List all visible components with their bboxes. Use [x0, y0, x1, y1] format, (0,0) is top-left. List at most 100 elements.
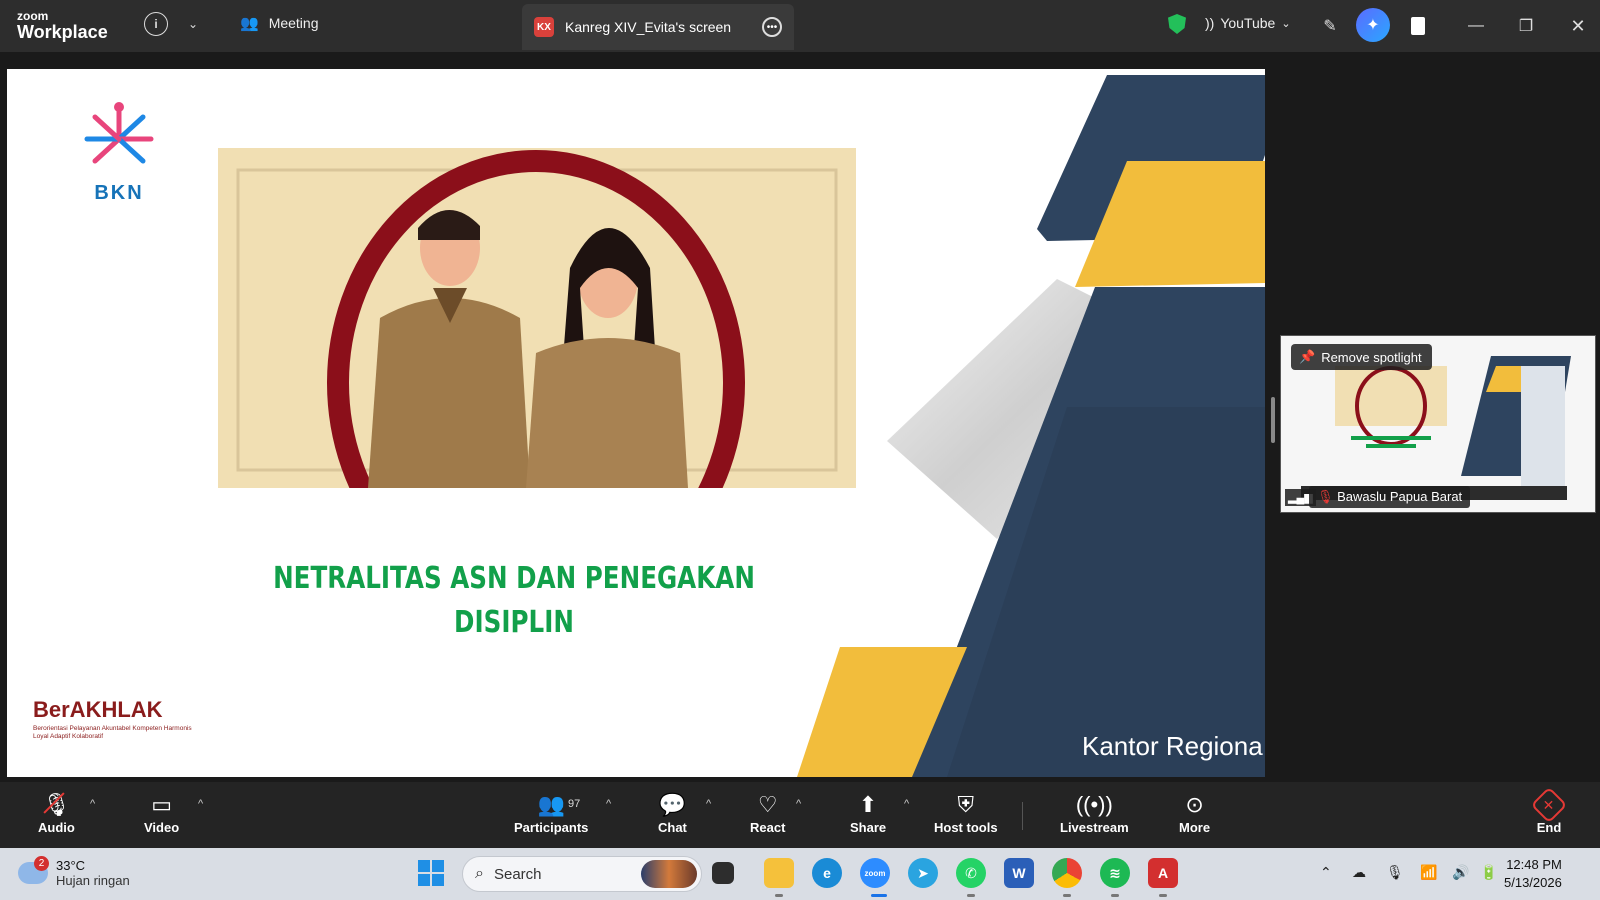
- minimize-icon[interactable]: —: [1462, 12, 1490, 40]
- audio-button[interactable]: 🎙 Audio: [38, 790, 75, 835]
- broadcast-icon: ((•)): [1075, 792, 1113, 817]
- chevron-down-icon[interactable]: ⌄: [183, 14, 203, 34]
- ai-companion-icon[interactable]: ✦: [1356, 8, 1390, 42]
- slide-title-line-2: DISIPLIN: [454, 605, 574, 640]
- chat-bubble-icon: 💬: [658, 792, 687, 817]
- bkn-logo-text: BKN: [94, 182, 144, 204]
- whatsapp-icon[interactable]: ✆: [956, 858, 986, 888]
- battery-icon[interactable]: 🔋: [1480, 864, 1497, 881]
- video-options-caret[interactable]: ^: [198, 798, 203, 810]
- participant-name-tag: 🎙 Bawaslu Papua Barat: [1309, 486, 1471, 508]
- end-label: End: [1536, 820, 1562, 835]
- chrome-icon[interactable]: [1052, 858, 1082, 888]
- host-tools-label: Host tools: [934, 820, 998, 835]
- security-shield-icon[interactable]: [1168, 14, 1186, 34]
- taskbar-clock[interactable]: 12:48 PM 5/13/2026: [1504, 856, 1562, 892]
- info-icon[interactable]: i: [144, 12, 168, 36]
- more-options-icon[interactable]: •••: [762, 17, 782, 37]
- volume-icon[interactable]: 🔊: [1452, 864, 1469, 881]
- running-indicator: [1111, 894, 1119, 897]
- share-label: Share: [850, 820, 887, 835]
- video-camera-icon: ▭: [151, 792, 172, 817]
- restore-icon[interactable]: ❐: [1512, 12, 1540, 40]
- windows-logo-icon: [418, 860, 444, 886]
- react-button[interactable]: ♡ React: [750, 790, 785, 835]
- share-options-caret[interactable]: ^: [904, 798, 909, 810]
- windows-taskbar: 2 33°C Hujan ringan ⌕ Search e zoom ➤ ✆ …: [0, 848, 1600, 900]
- participants-icon: 👥: [537, 792, 565, 817]
- meeting-stage: BKN NETRALITAS ASN DAN PENEGAKAN DISIPLI…: [0, 52, 1600, 782]
- taskbar-search-box[interactable]: ⌕ Search: [462, 856, 702, 892]
- remove-spotlight-button[interactable]: 📌 Remove spotlight: [1291, 344, 1432, 370]
- microphone-icon[interactable]: 🎙: [1386, 864, 1404, 881]
- meeting-tab[interactable]: 👥 Meeting: [240, 14, 319, 32]
- weather-widget[interactable]: 2 33°C Hujan ringan: [18, 856, 130, 888]
- berakhlak-logo: BerAKHLAK Berorientasi Pelayanan Akuntab…: [33, 697, 193, 741]
- zoom-app-icon[interactable]: zoom: [860, 858, 890, 888]
- more-button[interactable]: ⊙ More: [1179, 790, 1210, 835]
- word-icon[interactable]: W: [1004, 858, 1034, 888]
- more-dots-icon: ⊙: [1185, 792, 1204, 817]
- host-tools-button[interactable]: ⛨ Host tools: [934, 790, 998, 835]
- chat-button[interactable]: 💬 Chat: [658, 790, 687, 835]
- task-view-icon[interactable]: [712, 862, 734, 884]
- chat-options-caret[interactable]: ^: [706, 798, 711, 810]
- panel-resize-handle[interactable]: [1271, 397, 1275, 443]
- running-indicator: [775, 894, 783, 897]
- close-icon[interactable]: ✕: [1564, 12, 1592, 40]
- participants-options-caret[interactable]: ^: [606, 798, 611, 810]
- mic-muted-icon: 🎙: [42, 792, 71, 817]
- heart-icon: ♡: [757, 792, 778, 817]
- react-options-caret[interactable]: ^: [796, 798, 801, 810]
- spotlight-video-tile[interactable]: 📌 Remove spotlight ▂▄▆ 🎙 Bawaslu Papua B…: [1280, 335, 1596, 513]
- telegram-icon[interactable]: ➤: [908, 858, 938, 888]
- share-tab-avatar: KX: [534, 17, 554, 37]
- show-hidden-icons-chevron[interactable]: ⌃: [1320, 864, 1332, 881]
- shield-icon: ⛨: [957, 792, 975, 817]
- weather-notification-badge: 2: [34, 856, 49, 871]
- pdf-reader-icon[interactable]: A: [1148, 858, 1178, 888]
- clock-time: 12:48 PM: [1506, 857, 1562, 872]
- people-icon: 👥: [240, 15, 259, 32]
- weather-description: Hujan ringan: [56, 873, 130, 888]
- end-meeting-button[interactable]: ✕ End: [1530, 786, 1568, 835]
- wifi-icon[interactable]: 📶: [1420, 864, 1437, 881]
- remove-spotlight-label: Remove spotlight: [1321, 349, 1422, 365]
- toolbar-separator: [1022, 802, 1023, 830]
- edge-browser-icon[interactable]: e: [812, 858, 842, 888]
- end-icon: ✕: [1530, 786, 1568, 824]
- clock-date: 5/13/2026: [1504, 875, 1562, 890]
- bkn-emblem-icon: [84, 102, 154, 164]
- meeting-controls-toolbar: 🎙 Audio ^ ▭ Video ^ 👥 Participants 97 ^ …: [0, 782, 1600, 848]
- share-button[interactable]: ⬆ Share: [850, 790, 886, 835]
- end-icon-wrap: ✕: [1530, 786, 1568, 824]
- berakhlak-logo-text: BerAKHLAK: [33, 697, 163, 722]
- search-highlight-art: [641, 860, 697, 888]
- spotify-icon[interactable]: ≋: [1100, 858, 1130, 888]
- livestream-button[interactable]: ((•)) Livestream: [1060, 790, 1129, 835]
- screen-share-tab[interactable]: KX Kanreg XIV_Evita's screen •••: [522, 4, 794, 50]
- muted-mic-icon: 🎙: [1317, 489, 1334, 504]
- livestream-youtube-dropdown[interactable]: )) YouTube ⌄: [1205, 15, 1291, 31]
- windows-start-icon[interactable]: [416, 858, 446, 888]
- shared-slide: BKN NETRALITAS ASN DAN PENEGAKAN DISIPLI…: [7, 69, 1265, 777]
- title-bar: zoom Workplace i ⌄ 👥 Meeting KX Kanreg X…: [0, 0, 1600, 52]
- edit-pen-icon[interactable]: ✎: [1316, 12, 1344, 40]
- video-button[interactable]: ▭ Video: [144, 790, 179, 835]
- logo-top: zoom: [17, 9, 49, 23]
- weather-temperature: 33°C: [56, 858, 86, 873]
- apps-icon[interactable]: [1404, 12, 1432, 40]
- chat-label: Chat: [658, 820, 687, 835]
- participants-button[interactable]: 👥 Participants: [514, 790, 588, 835]
- running-indicator: [1063, 894, 1071, 897]
- onedrive-icon[interactable]: ☁: [1352, 864, 1366, 881]
- search-placeholder: Search: [493, 865, 542, 883]
- zoom-logo: zoom Workplace: [17, 10, 108, 41]
- active-app-indicator: [871, 894, 887, 897]
- audio-options-caret[interactable]: ^: [90, 798, 95, 810]
- file-explorer-icon[interactable]: [764, 858, 794, 888]
- participant-name: Bawaslu Papua Barat: [1337, 489, 1463, 504]
- participants-count: 97: [568, 798, 581, 810]
- video-label: Video: [144, 820, 180, 835]
- chevron-down-icon: ⌄: [1281, 17, 1291, 30]
